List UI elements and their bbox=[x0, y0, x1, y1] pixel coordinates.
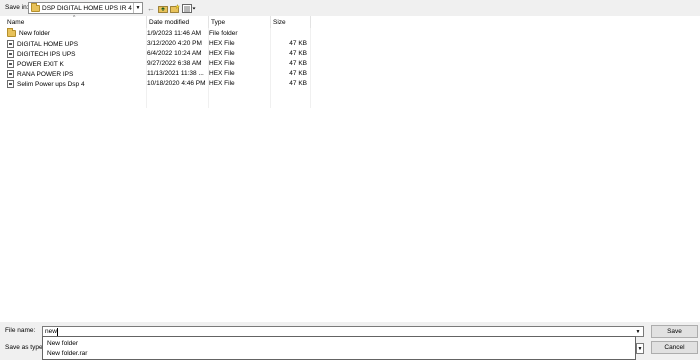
item-name: DIGITECH IPS UPS bbox=[7, 50, 76, 58]
item-name-text: DIGITECH IPS UPS bbox=[17, 50, 76, 58]
folder-icon bbox=[7, 28, 16, 37]
save-in-folder-combo[interactable]: DSP DIGITAL HOME UPS IR 4 STEI ▼ bbox=[28, 2, 143, 14]
save-in-toolbar: Save in: DSP DIGITAL HOME UPS IR 4 STEI … bbox=[0, 0, 700, 16]
text-caret bbox=[56, 327, 58, 336]
current-folder-name: DSP DIGITAL HOME UPS IR 4 STEI bbox=[42, 4, 133, 12]
list-item[interactable]: New folder 1/9/2023 11:46 AM File folder bbox=[4, 28, 324, 39]
column-header-type-label: Type bbox=[211, 18, 226, 26]
item-name: Selim Power ups Dsp 4 bbox=[7, 80, 85, 88]
save-button[interactable]: Save bbox=[651, 325, 698, 338]
column-header-size-label: Size bbox=[273, 18, 286, 26]
item-date: 6/4/2022 10:24 AM bbox=[147, 50, 202, 57]
column-header-size[interactable]: Size bbox=[270, 16, 310, 28]
save-as-type-label: Save as type: bbox=[5, 344, 45, 351]
autocomplete-item[interactable]: New folder.rar bbox=[43, 348, 635, 358]
item-name: POWER EXIT K bbox=[7, 60, 64, 68]
file-icon bbox=[7, 80, 14, 88]
item-date: 11/13/2021 11:38 ... bbox=[147, 70, 204, 77]
item-name-text: Selim Power ups Dsp 4 bbox=[17, 80, 85, 88]
view-menu-icon[interactable] bbox=[182, 3, 196, 13]
file-icon bbox=[7, 60, 14, 68]
sort-ascending-icon: ^ bbox=[73, 15, 76, 21]
list-item[interactable]: POWER EXIT K 9/27/2022 6:38 AM HEX File … bbox=[4, 59, 324, 69]
item-size: 47 KB bbox=[289, 50, 307, 57]
autocomplete-dropdown: New folder New folder.rar bbox=[42, 336, 636, 360]
folder-icon bbox=[31, 3, 40, 12]
file-name-value: new bbox=[45, 328, 57, 335]
item-type: File folder bbox=[209, 30, 238, 37]
file-icon bbox=[7, 70, 14, 78]
column-header-type[interactable]: Type bbox=[208, 16, 270, 28]
item-date: 1/9/2023 11:46 AM bbox=[147, 30, 202, 37]
item-name-text: New folder bbox=[19, 30, 51, 37]
item-type: HEX File bbox=[209, 50, 235, 57]
item-name: New folder bbox=[7, 28, 51, 37]
item-size: 47 KB bbox=[289, 60, 307, 67]
item-type: HEX File bbox=[209, 60, 235, 67]
item-date: 10/18/2020 4:46 PM bbox=[147, 80, 206, 87]
item-name: RANA POWER IPS bbox=[7, 70, 73, 78]
column-header-date-label: Date modified bbox=[149, 18, 190, 26]
chevron-down-icon[interactable]: ▼ bbox=[133, 3, 142, 13]
chevron-down-icon: ▼ bbox=[637, 345, 643, 352]
file-icon bbox=[7, 40, 14, 48]
list-item[interactable]: DIGITAL HOME UPS 3/12/2020 4:20 PM HEX F… bbox=[4, 39, 324, 49]
item-size: 47 KB bbox=[289, 40, 307, 47]
item-type: HEX File bbox=[209, 70, 235, 77]
item-type: HEX File bbox=[209, 80, 235, 87]
item-name: DIGITAL HOME UPS bbox=[7, 40, 78, 48]
list-item[interactable]: Selim Power ups Dsp 4 10/18/2020 4:46 PM… bbox=[4, 79, 324, 89]
save-as-type-dropdown[interactable]: ▼ bbox=[636, 343, 644, 354]
back-arrow-icon[interactable]: ← bbox=[147, 3, 155, 13]
file-name-label: File name: bbox=[5, 327, 36, 334]
chevron-down-icon[interactable]: ▼ bbox=[634, 328, 642, 336]
new-folder-icon[interactable] bbox=[170, 3, 180, 13]
column-header-name[interactable]: Name ^ bbox=[4, 15, 146, 28]
item-date: 3/12/2020 4:20 PM bbox=[147, 40, 202, 47]
item-size: 47 KB bbox=[289, 80, 307, 87]
save-in-label: Save in: bbox=[5, 4, 29, 11]
column-header-date[interactable]: Date modified bbox=[146, 16, 208, 28]
item-name-text: RANA POWER IPS bbox=[17, 70, 74, 78]
item-name-text: DIGITAL HOME UPS bbox=[17, 40, 79, 48]
item-size: 47 KB bbox=[289, 70, 307, 77]
cancel-button[interactable]: Cancel bbox=[651, 341, 698, 354]
autocomplete-item[interactable]: New folder bbox=[43, 338, 635, 348]
column-divider[interactable] bbox=[310, 16, 311, 28]
up-folder-icon[interactable] bbox=[158, 3, 168, 13]
item-name-text: POWER EXIT K bbox=[17, 60, 64, 68]
file-icon bbox=[7, 50, 14, 58]
column-header-name-label: Name bbox=[7, 18, 25, 26]
item-type: HEX File bbox=[209, 40, 235, 47]
item-date: 9/27/2022 6:38 AM bbox=[147, 60, 202, 67]
list-item[interactable]: RANA POWER IPS 11/13/2021 11:38 ... HEX … bbox=[4, 69, 324, 79]
list-item[interactable]: DIGITECH IPS UPS 6/4/2022 10:24 AM HEX F… bbox=[4, 49, 324, 59]
file-list[interactable]: Name ^ Date modified Type Size New folde… bbox=[4, 15, 700, 322]
